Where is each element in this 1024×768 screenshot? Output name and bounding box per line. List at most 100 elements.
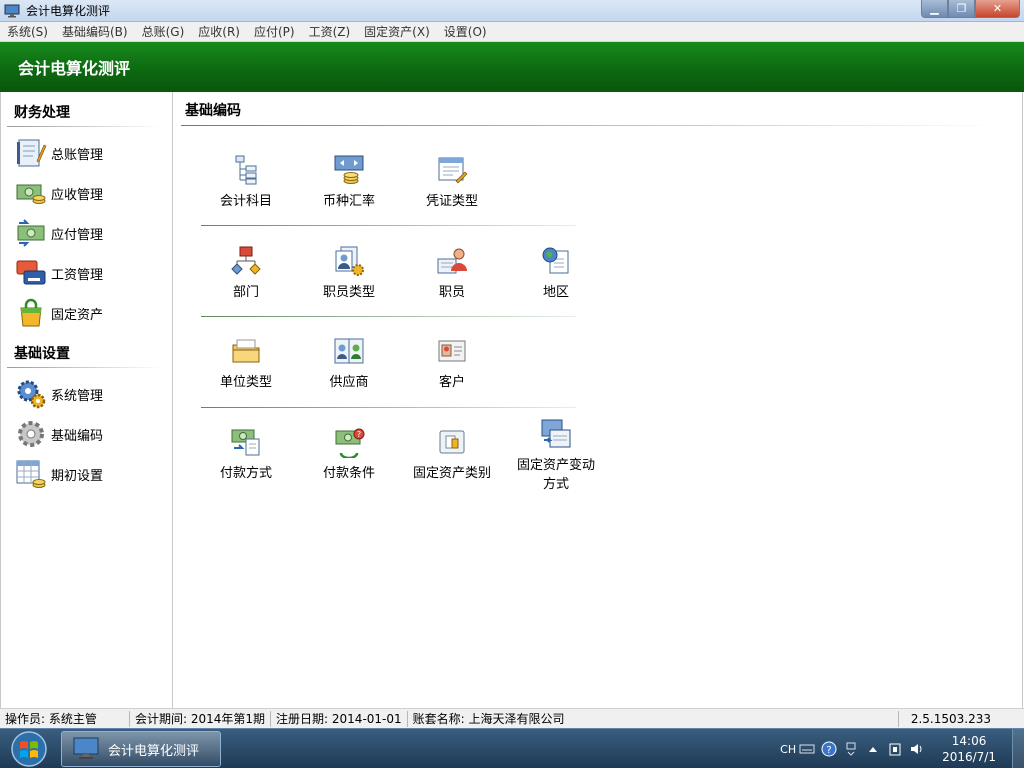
language-indicator[interactable]: CH [780, 743, 796, 756]
clock[interactable]: 14:06 2016/7/1 [942, 733, 996, 765]
clock-time: 14:06 [951, 734, 987, 748]
page-title: 基础编码 [185, 103, 241, 119]
tile-asset-categories[interactable]: 固定资产类别 [402, 426, 502, 483]
volume-icon[interactable] [909, 741, 925, 757]
show-desktop-button[interactable] [1012, 729, 1024, 768]
spreadsheet-coins-icon [16, 460, 46, 488]
tile-label: 凭证类型 [425, 194, 478, 209]
customer-card-icon [438, 340, 466, 362]
tile-label: 会计科目 [219, 194, 272, 209]
clock-date: 2016/7/1 [942, 750, 996, 764]
sidebar-item-initial-settings[interactable]: 期初设置 [1, 454, 172, 494]
tile-label: 固定资产变动 方式 [506, 456, 606, 494]
close-button[interactable]: ✕ [975, 0, 1020, 18]
start-button[interactable] [3, 729, 55, 768]
menu-payable[interactable]: 应付(P) [247, 23, 302, 40]
status-version: 2.5.1503.233 [897, 710, 996, 727]
menu-system[interactable]: 系统(S) [0, 23, 55, 40]
taskbar-item-app[interactable]: 会计电算化测评 [61, 731, 221, 767]
tile-payment-terms[interactable]: ? 付款条件 [299, 426, 399, 483]
taskbar-item-label: 会计电算化测评 [108, 743, 200, 759]
system-tray: CH ? 14:06 2016/7/1 [780, 729, 1024, 768]
help-icon[interactable]: ? [821, 741, 837, 757]
chevron-up-icon[interactable] [865, 741, 881, 757]
tile-departments[interactable]: 部门 [196, 245, 296, 302]
gears-icon [17, 380, 46, 409]
currency-exchange-icon [334, 155, 364, 184]
row-divider [201, 407, 576, 408]
status-bar: 操作员: 系统主管 会计期间: 2014年第1期 注册日期: 2014-01-0… [0, 708, 1024, 728]
cash-arrows-icon [17, 219, 45, 247]
maximize-button[interactable]: ❐ [948, 0, 975, 18]
tile-account-subjects[interactable]: 会计科目 [196, 154, 296, 211]
status-company: 账套名称: 上海天泽有限公司 [412, 711, 565, 726]
sidebar-item-label: 固定资产 [51, 307, 104, 323]
tile-staff[interactable]: 职员 [402, 245, 502, 302]
tile-voucher-types[interactable]: 凭证类型 [402, 154, 502, 211]
tile-staff-types[interactable]: 职员类型 [299, 245, 399, 302]
menu-receivable[interactable]: 应收(R) [191, 23, 247, 40]
device-icon[interactable] [887, 741, 903, 757]
sidebar-item-general-ledger[interactable]: 总账管理 [1, 133, 172, 173]
window-controls: ▁ ❐ ✕ [921, 0, 1020, 18]
row-divider [201, 316, 576, 317]
department-icon [231, 246, 261, 275]
sidebar-item-receivable[interactable]: 应收管理 [1, 173, 172, 213]
sidebar-item-system-management[interactable]: 系统管理 [1, 374, 172, 414]
options-icon[interactable] [843, 741, 859, 757]
sidebar-item-label: 基础编码 [51, 428, 104, 444]
window-title: 会计电算化测评 [26, 4, 111, 18]
menu-general-ledger[interactable]: 总账(G) [135, 23, 192, 40]
sidebar-item-basic-coding[interactable]: 基础编码 [1, 414, 172, 454]
sidebar: 财务处理 总账管理 应收管理 应付管理 工资管理 固定资产 基础设置 系统管理 … [0, 92, 173, 708]
tile-regions[interactable]: 地区 [506, 245, 606, 302]
sidebar-item-label: 总账管理 [51, 147, 104, 163]
payment-method-icon [231, 429, 260, 456]
tile-unit-types[interactable]: 单位类型 [196, 335, 296, 392]
sidebar-item-fixed-assets[interactable]: 固定资产 [1, 293, 172, 333]
monitor-icon [73, 737, 99, 759]
minimize-button[interactable]: ▁ [921, 0, 948, 18]
sidebar-item-label: 工资管理 [51, 267, 104, 283]
tile-label: 供应商 [329, 375, 369, 390]
voucher-form-icon [438, 157, 468, 184]
tile-label: 付款方式 [219, 466, 272, 481]
menu-fixed-assets[interactable]: 固定资产(X) [357, 23, 437, 40]
monitor-icon [4, 4, 20, 17]
globe-region-icon [542, 247, 569, 274]
tile-asset-change-methods[interactable]: 固定资产变动 方式 [506, 418, 606, 494]
tile-payment-methods[interactable]: 付款方式 [196, 426, 296, 483]
status-register-date: 注册日期: 2014-01-01 [271, 710, 408, 727]
taskbar: 会计电算化测评 CH ? 14:06 2016/7/1 [0, 728, 1024, 768]
asset-change-icon [541, 419, 571, 448]
sidebar-item-label: 期初设置 [51, 468, 104, 484]
sidebar-item-label: 应付管理 [51, 227, 104, 243]
address-book-icon [334, 338, 364, 364]
sidebar-item-payroll[interactable]: 工资管理 [1, 253, 172, 293]
cash-icon [16, 184, 46, 204]
tile-customers[interactable]: 客户 [402, 335, 502, 392]
tile-label: 单位类型 [219, 375, 272, 390]
tile-label: 付款条件 [322, 466, 375, 481]
tile-label: 固定资产类别 [412, 466, 491, 481]
svg-text:?: ? [357, 430, 361, 439]
tree-list-icon [235, 155, 257, 185]
sidebar-item-payable[interactable]: 应付管理 [1, 213, 172, 253]
title-bar: 会计电算化测评 ▁ ❐ ✕ [0, 0, 1024, 22]
row-divider [201, 225, 576, 226]
keyboard-icon[interactable] [799, 741, 815, 757]
menu-payroll[interactable]: 工资(Z) [302, 23, 358, 40]
tile-label: 职员类型 [322, 285, 375, 300]
menu-settings[interactable]: 设置(O) [437, 23, 494, 40]
tile-suppliers[interactable]: 供应商 [299, 335, 399, 392]
tile-currency-rates[interactable]: 币种汇率 [299, 154, 399, 211]
section-divider [7, 126, 162, 127]
sidebar-item-label: 应收管理 [51, 187, 104, 203]
main-panel: 基础编码 会计科目 币种汇率 凭证类型 部门 职员类型 职员 地区 单位类型 供… [173, 92, 1023, 708]
tile-label-line1: 固定资产变动 [516, 458, 595, 473]
folder-unit-icon [232, 339, 260, 363]
menu-basic-coding[interactable]: 基础编码(B) [55, 23, 135, 40]
sidebar-section-basic-settings: 基础设置 [14, 346, 70, 362]
tile-label: 客户 [438, 375, 465, 390]
banner-title: 会计电算化测评 [18, 59, 131, 78]
